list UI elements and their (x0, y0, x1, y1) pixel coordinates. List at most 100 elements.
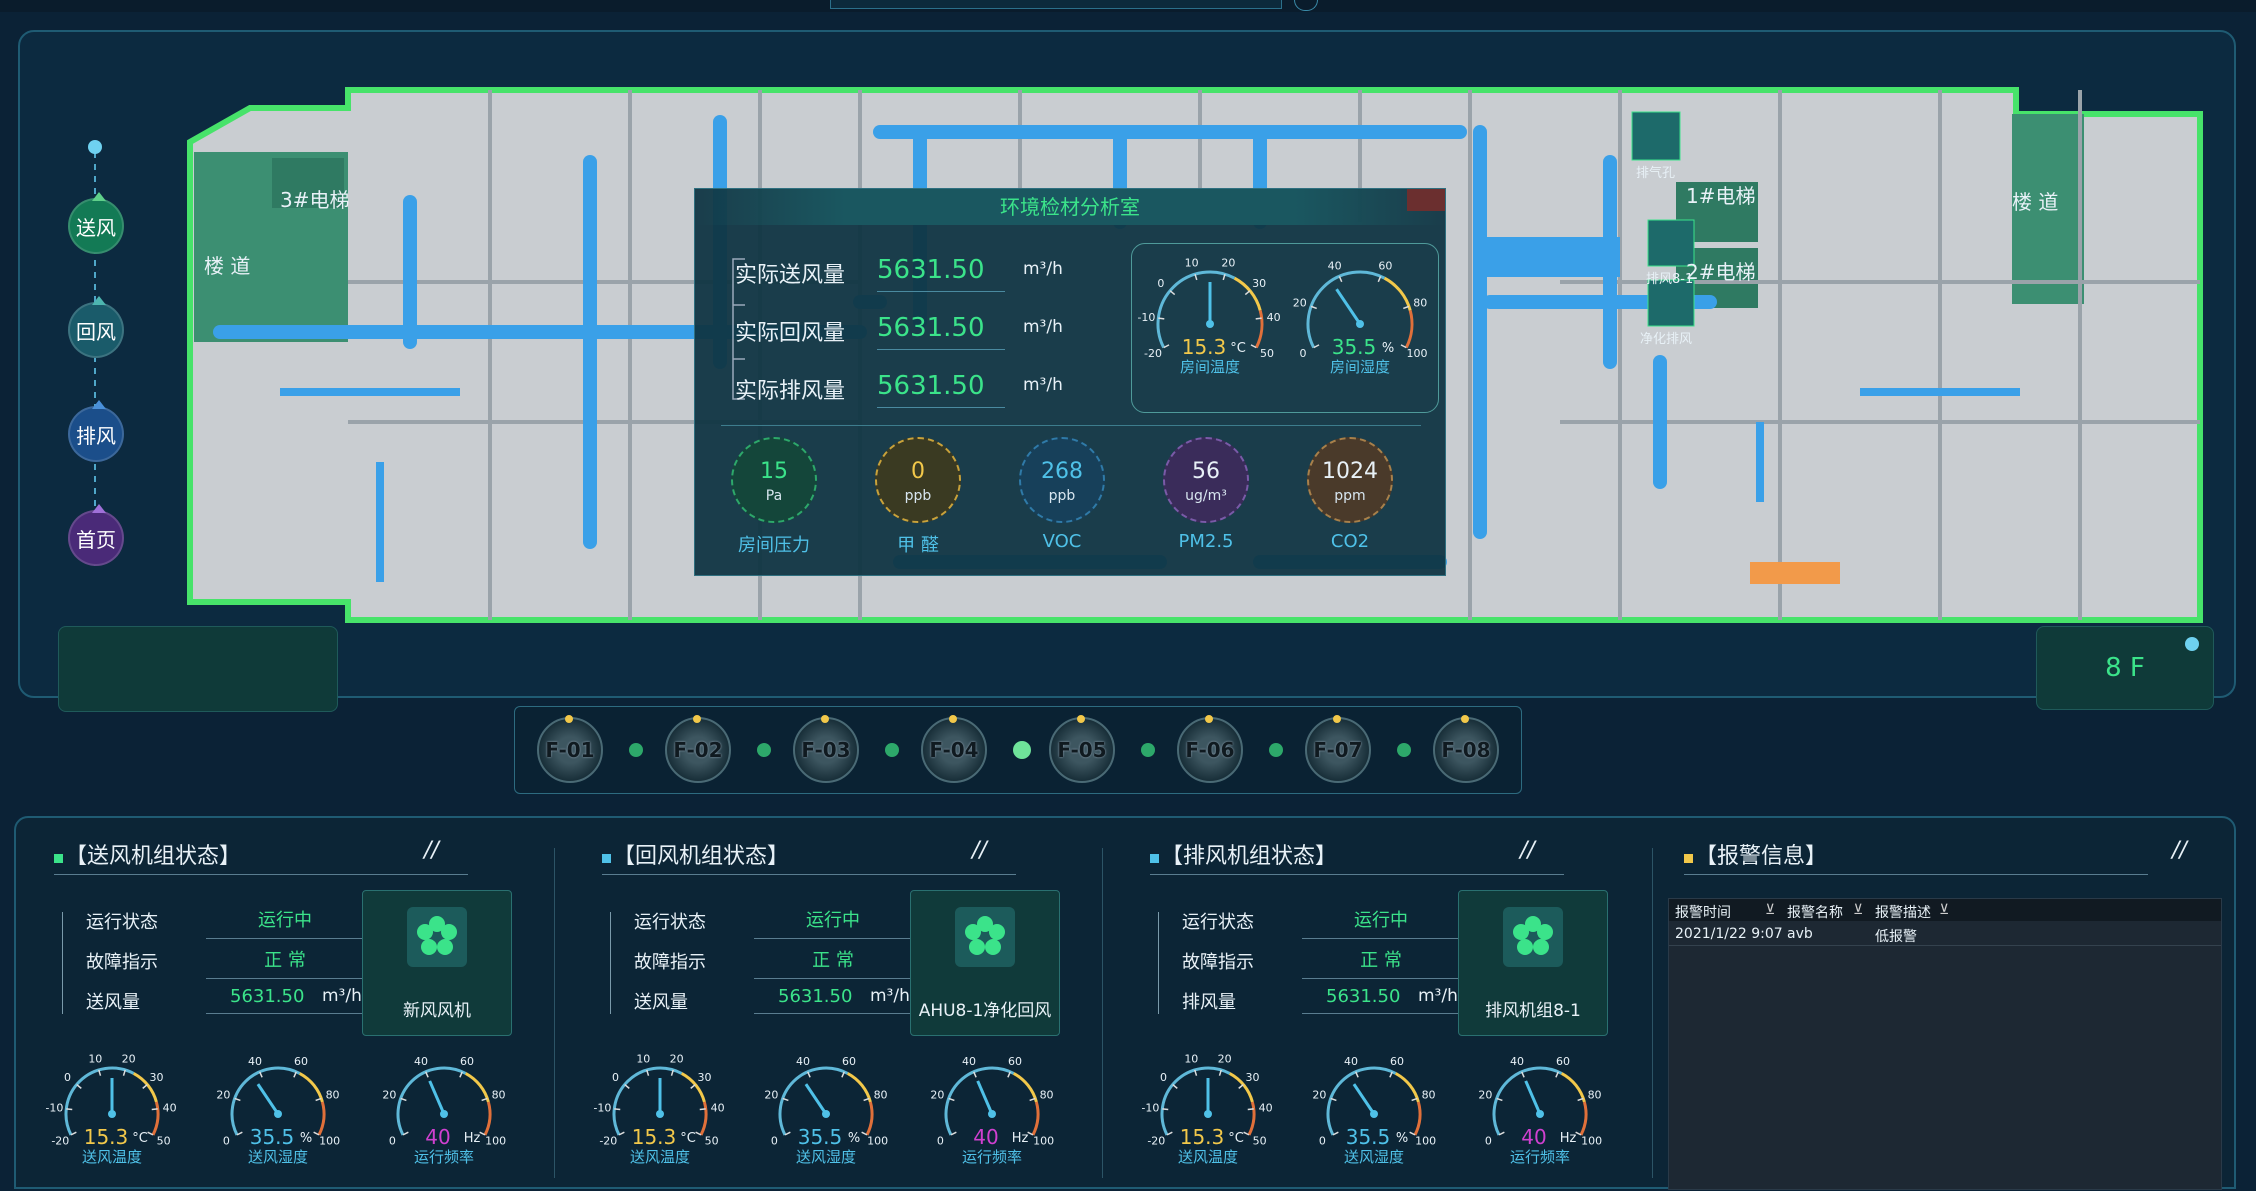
gauge-tick: 40 (711, 1102, 725, 1115)
gauge-tick: 20 (216, 1088, 230, 1101)
alarm-title: 【报警信息】 (1684, 838, 1827, 870)
gauge-label: 送风温度 (82, 1148, 142, 1166)
status-label: 运行状态 (634, 912, 706, 933)
nav-button-3[interactable]: 首页 (68, 504, 124, 566)
nav-button-1[interactable]: 回风 (68, 296, 124, 358)
status-label: 故障指示 (86, 952, 158, 973)
gauge-tick: 20 (1312, 1088, 1326, 1101)
gauge-tick: 10 (636, 1054, 650, 1065)
flow-label: 实际回风量 (735, 321, 846, 346)
flow-value: 5631.50 (877, 255, 1005, 292)
status-row: 故障指示 正 常 (604, 944, 934, 979)
floor-button-label: F-08 (1441, 738, 1491, 762)
gauge-value: 15.3 (632, 1125, 677, 1149)
map-label-elevator1: 1#电梯 (1686, 184, 1756, 208)
sensor-unit: ppb (904, 488, 932, 504)
unit-name: 新风风机 (403, 1001, 471, 1021)
unit-name: 排风机组8-1 (1485, 1001, 1581, 1021)
gauge-tick: 40 (248, 1055, 262, 1068)
gauge-tick: 10 (88, 1054, 102, 1065)
status-unit: m³/h (870, 986, 910, 1006)
gauge-tick: 20 (670, 1054, 684, 1065)
sensor-circle: 56 ug/m³ (1163, 437, 1249, 523)
status-panel: 【送风机组状态】 // 运行状态 运行中 故障指示 正 常送风量 5631.50 m³/h 新风… (14, 816, 2236, 1190)
floor-button-F-08[interactable]: F-08 (1433, 715, 1499, 783)
gauge-tick: 0 (223, 1134, 230, 1147)
floor-button-label: F-01 (545, 738, 595, 762)
unit-name: AHU8-1净化回风 (918, 1001, 1052, 1021)
gauge: -20 -10 0 10 20 30 40 50 15.3 °C 送风温度 (594, 1054, 725, 1166)
unit-card[interactable]: 排风机组8-1 (1458, 890, 1608, 1036)
gauge-tick: 80 (326, 1088, 340, 1101)
status-unit: m³/h (322, 986, 362, 1006)
gauge-value: 40 (1521, 1125, 1546, 1149)
status-row: 故障指示 正 常 (1152, 944, 1482, 979)
floor-button-F-02[interactable]: F-02 (665, 715, 731, 783)
flow-value: 5631.50 (877, 371, 1005, 408)
gauge-tick: 60 (1556, 1055, 1570, 1068)
gauge-unit: °C (132, 1131, 148, 1146)
floor-button-F-03[interactable]: F-03 (793, 715, 859, 783)
sensor-unit: ppb (1048, 488, 1076, 504)
unit-card[interactable]: 新风风机 (362, 890, 512, 1036)
alarm-table[interactable]: 报警时间 ⊻ 报警名称 ⊻ 报警描述 ⊻ 2021/1/22 9:07 avb … (1668, 898, 2222, 1190)
nav-button-2[interactable]: 排风 (68, 400, 124, 462)
status-value: 运行中 (754, 906, 912, 939)
unit-card[interactable]: AHU8-1净化回风 (910, 890, 1060, 1036)
gauge-tick: 0 (64, 1071, 71, 1084)
floor-connector-dot (757, 743, 771, 757)
floor-button-F-05[interactable]: F-05 (1049, 715, 1115, 783)
nav-button-0[interactable]: 送风 (68, 192, 124, 254)
filter-icon[interactable]: ⊻ (1939, 902, 1949, 918)
sensor-value: 1024 (1322, 459, 1378, 484)
gauge-tick: 0 (1319, 1134, 1326, 1147)
status-value: 正 常 (754, 946, 912, 979)
gauge-unit: % (1396, 1131, 1408, 1146)
status-label: 运行状态 (86, 912, 158, 933)
gauge: -20 -10 0 10 20 30 40 50 15.3 °C 送风温度 (1142, 1054, 1273, 1166)
sensor-label: PM2.5 (1178, 531, 1234, 552)
popup-close-button[interactable] (1407, 189, 1445, 211)
nav-button-cap (92, 400, 106, 409)
gauge-tick: 100 (1033, 1134, 1054, 1147)
floor-button-label: F-03 (801, 738, 851, 762)
floor-button-label: F-07 (1313, 738, 1363, 762)
gauge-label: 送风温度 (630, 1148, 690, 1166)
filter-icon[interactable]: ⊻ (1765, 902, 1775, 918)
floor-button-F-07[interactable]: F-07 (1305, 715, 1371, 783)
gauge-tick: -10 (1138, 311, 1155, 324)
floor-button-F-06[interactable]: F-06 (1177, 715, 1243, 783)
gauge-label: 房间温度 (1180, 358, 1240, 376)
flow-row: 实际送风量 5631.50 m³/h (715, 249, 1095, 295)
floor-indicator[interactable]: 8 F (2036, 626, 2214, 710)
floor-button-F-01[interactable]: F-01 (537, 715, 603, 783)
gauge-label: 送风湿度 (248, 1148, 308, 1166)
gauge-tick: 60 (294, 1055, 308, 1068)
gauge-unit: Hz (1012, 1131, 1029, 1146)
gauge-unit: °C (680, 1131, 696, 1146)
gauge-value: 35.5 (1332, 335, 1377, 359)
gauge-tick: 40 (414, 1055, 428, 1068)
gauge-unit: Hz (1560, 1131, 1577, 1146)
alarm-col-name: 报警名称 (1787, 905, 1843, 921)
sensor-value: 56 (1192, 459, 1220, 484)
nav-button-cap (92, 192, 106, 201)
alarm-slash: // (2172, 838, 2187, 863)
section-title: 【送风机组状态】 (54, 838, 241, 870)
alarm-row[interactable]: 2021/1/22 9:07 avb 低报警 (1669, 923, 2221, 946)
gauge: 0 20 40 60 80 100 40 Hz 运行频率 (930, 1055, 1054, 1166)
flow-row: 实际排风量 5631.50 m³/h (715, 365, 1095, 411)
floor-button-F-04[interactable]: F-04 (921, 715, 987, 783)
filter-icon[interactable]: ⊻ (1853, 902, 1863, 918)
gauge-label: 送风温度 (1178, 1148, 1238, 1166)
gauge: -20 -10 0 10 20 30 40 50 15.3 °C 送风温度 (46, 1054, 177, 1166)
gauge-tick: 40 (962, 1055, 976, 1068)
gauge-tick: 0 (612, 1071, 619, 1084)
section-marker (602, 854, 611, 863)
top-title-frame (830, 0, 1282, 9)
floor-button-label: F-04 (929, 738, 979, 762)
gauge-tick: 20 (122, 1054, 136, 1065)
gauge-tick: 40 (1259, 1102, 1273, 1115)
fan-icon (1503, 907, 1563, 967)
room-popup: 环境检材分析室 实际送风量 5631.50 m³/h 实际回风量 5631.50 m³/h… (694, 188, 1446, 576)
